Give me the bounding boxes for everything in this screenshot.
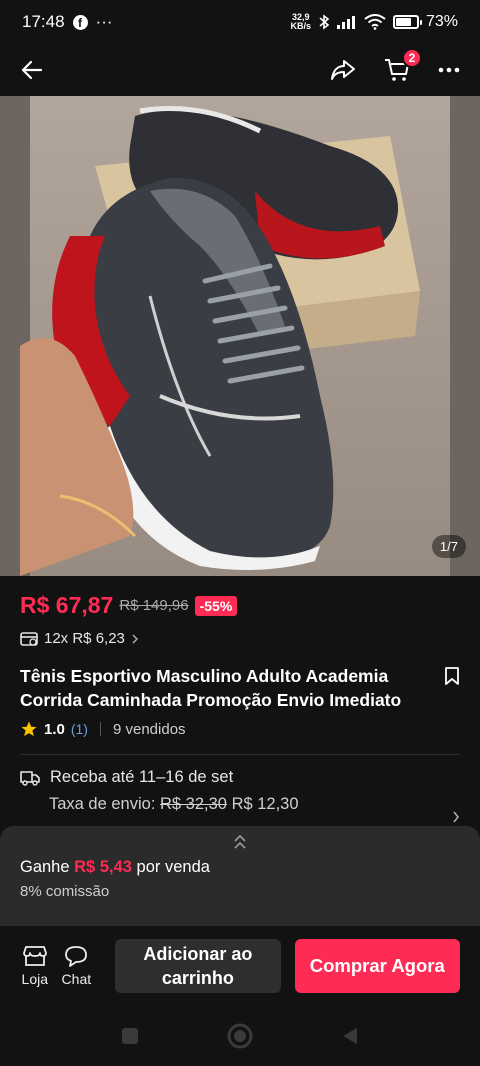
- current-price: R$ 67,87: [20, 592, 114, 618]
- system-nav-bar: [0, 1006, 480, 1066]
- recent-apps-icon[interactable]: [121, 1027, 139, 1045]
- chevron-right-icon: [453, 811, 460, 823]
- sold-count: 9 vendidos: [112, 720, 186, 738]
- add-to-cart-line2: carrinho: [161, 968, 234, 988]
- chat-icon: [65, 946, 88, 967]
- star-icon: [21, 721, 37, 737]
- bluetooth-icon: [319, 14, 330, 30]
- battery-percent: 73%: [425, 13, 458, 30]
- network-speed: 32,9 KB/s: [290, 13, 311, 31]
- facebook-icon: f: [72, 14, 88, 30]
- shipping-fee-old: R$ 32,30: [160, 795, 227, 813]
- divider: [99, 722, 101, 736]
- installment-text: 12x R$ 6,23: [44, 630, 125, 647]
- battery-icon: [392, 15, 422, 29]
- card-calendar-icon: [20, 631, 38, 646]
- earn-prefix: Ganhe: [20, 858, 70, 876]
- store-label: Loja: [21, 971, 48, 987]
- price-row: R$ 67,87 R$ 149,96 -55%: [20, 592, 238, 619]
- home-icon[interactable]: [227, 1023, 253, 1049]
- rating-value: 1.0: [44, 720, 65, 738]
- product-title: Tênis Esportivo Masculino Adulto Academi…: [20, 666, 402, 710]
- chat-label: Chat: [61, 971, 92, 987]
- action-bar: Loja Chat Adicionar ao carrinho Comprar …: [0, 926, 480, 1006]
- bookmark-button[interactable]: [444, 666, 460, 712]
- shipping-fee-new: R$ 12,30: [231, 795, 299, 813]
- chevron-up-double-icon[interactable]: [233, 834, 247, 850]
- store-icon: [22, 946, 47, 966]
- earn-amount: R$ 5,43: [74, 858, 132, 876]
- product-title-row: Tênis Esportivo Masculino Adulto Academi…: [20, 664, 460, 712]
- share-icon: [331, 60, 355, 80]
- shipping-info[interactable]: Receba até 11–16 de set Taxa de envio: R…: [20, 768, 470, 823]
- installment-info[interactable]: 12x R$ 6,23: [20, 630, 139, 647]
- arrow-left-icon: [21, 60, 43, 80]
- bookmark-icon: [445, 667, 459, 685]
- add-to-cart-line1: Adicionar ao: [143, 944, 253, 964]
- more-options-button[interactable]: [438, 67, 460, 73]
- commission-earn: Ganhe R$ 5,43 por venda: [20, 858, 460, 877]
- cart-button[interactable]: 2: [384, 48, 422, 82]
- status-time: 17:48: [22, 12, 65, 31]
- store-button[interactable]: Loja: [20, 945, 50, 987]
- image-counter: 1/7: [431, 535, 466, 558]
- product-photo: [0, 96, 480, 576]
- chevron-right-icon: [132, 633, 138, 644]
- original-price: R$ 149,96: [119, 597, 189, 614]
- more-icon: [438, 67, 460, 73]
- add-to-cart-button[interactable]: Adicionar ao carrinho: [115, 939, 281, 993]
- network-speed-unit: KB/s: [290, 21, 311, 31]
- rating-row[interactable]: 1.0 (1) 9 vendidos: [20, 720, 186, 738]
- discount-badge: -55%: [194, 595, 238, 616]
- status-more-icon: ···: [95, 12, 113, 31]
- chat-button[interactable]: Chat: [61, 945, 92, 987]
- share-button[interactable]: [330, 58, 356, 82]
- earn-suffix: por venda: [136, 858, 210, 876]
- commission-sheet[interactable]: Ganhe R$ 5,43 por venda 8% comissão: [0, 826, 480, 926]
- wifi-icon: [364, 14, 386, 30]
- product-image[interactable]: 1/7: [0, 96, 480, 576]
- back-triangle-icon[interactable]: [341, 1026, 359, 1046]
- back-button[interactable]: [20, 58, 44, 82]
- cart-count-badge: 2: [402, 48, 422, 68]
- status-bar: 17:48 f ··· 32,9 KB/s 73%: [0, 0, 480, 44]
- commission-rate: 8% comissão: [20, 883, 110, 900]
- shipping-fee-label: Taxa de envio:: [49, 795, 156, 813]
- delivery-date: Receba até 11–16 de set: [50, 768, 234, 786]
- delivery-truck-icon: [20, 770, 40, 786]
- signal-icon: [336, 16, 355, 29]
- buy-now-button[interactable]: Comprar Agora: [294, 939, 460, 993]
- section-divider: [20, 754, 460, 755]
- top-nav: 2: [0, 44, 480, 96]
- rating-count: (1): [70, 721, 88, 737]
